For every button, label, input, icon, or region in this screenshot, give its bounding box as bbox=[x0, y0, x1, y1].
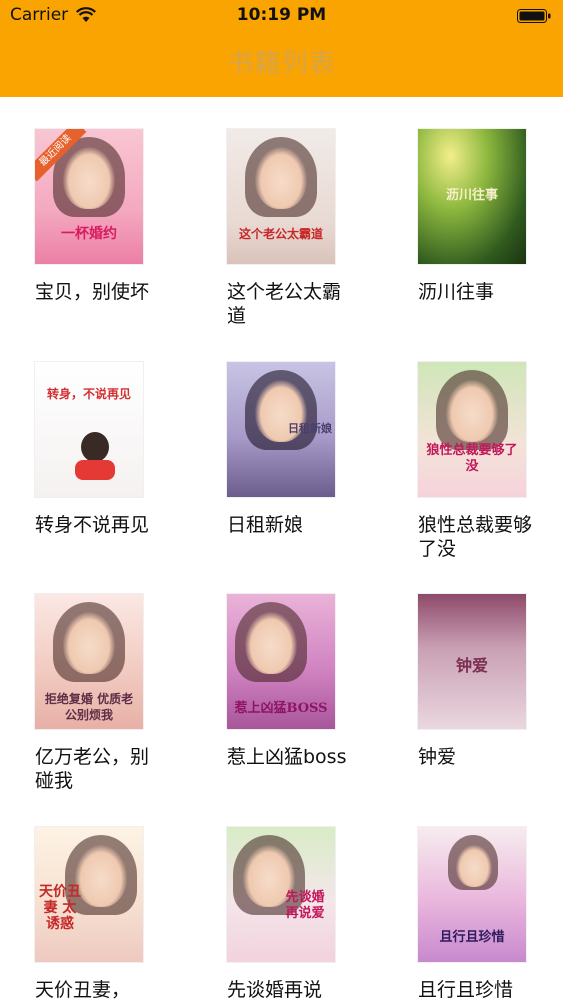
book-title: 沥川往事 bbox=[418, 281, 495, 303]
book-cover: 先谈婚 再说爱 bbox=[227, 827, 335, 962]
status-time: 10:19 PM bbox=[236, 5, 327, 25]
book-title: 惹上凶猛boss bbox=[227, 746, 347, 768]
cover-title: 这个老公太霸道 bbox=[238, 227, 323, 241]
book-title: 钟爱 bbox=[418, 746, 457, 768]
book-title: 日租新娘 bbox=[227, 514, 304, 536]
cover-title: 惹上凶猛BOSS bbox=[234, 701, 328, 716]
book-title: 狼性总裁要够了没 bbox=[418, 514, 533, 560]
status-bar: Carrier 10:19 PM bbox=[0, 0, 563, 32]
cover-title: 转身，不说再见 bbox=[46, 387, 131, 401]
book-cover: 天价丑妻 太诱惑 bbox=[35, 827, 143, 962]
cover-title: 狼性总裁要够了没 bbox=[426, 443, 518, 474]
book-cover: 这个老公太霸道 bbox=[227, 129, 335, 264]
book-cover: 惹上凶猛BOSS bbox=[227, 594, 335, 729]
book-cover: 沥川往事 bbox=[418, 129, 526, 264]
battery-icon bbox=[517, 9, 551, 23]
cover-title: 沥川往事 bbox=[445, 188, 498, 203]
book-grid: 一杯婚约 最近阅读 宝贝，别使坏 这个老公太霸道 这个老公太霸道 沥川往事 沥川… bbox=[0, 97, 563, 1000]
cover-title: 先谈婚 再说爱 bbox=[285, 890, 325, 921]
cover-title: 日租新娘 bbox=[288, 422, 332, 435]
book-title: 且行且珍惜 bbox=[418, 979, 514, 1000]
cover-title: 钟爱 bbox=[455, 656, 488, 675]
book-cover: 转身，不说再见 bbox=[35, 362, 143, 497]
book-cover: 拒绝复婚 优质老公别烦我 bbox=[35, 594, 143, 729]
nav-bar: Carrier 10:19 PM 书籍列表 bbox=[0, 0, 563, 97]
book-cover: 狼性总裁要够了没 bbox=[418, 362, 526, 497]
book-cover: 钟爱 bbox=[418, 594, 526, 729]
page-title: 书籍列表 bbox=[227, 49, 336, 79]
book-title: 先谈婚再说 bbox=[227, 979, 323, 1000]
book-title: 转身不说再见 bbox=[35, 514, 150, 536]
book-title: 宝贝，别使坏 bbox=[35, 281, 150, 303]
book-title: 天价丑妻， bbox=[35, 979, 131, 1000]
cover-title: 且行且珍惜 bbox=[439, 930, 505, 945]
book-cover: 一杯婚约 最近阅读 bbox=[35, 129, 143, 264]
cover-title: 拒绝复婚 优质老公别烦我 bbox=[44, 692, 134, 722]
cover-title: 天价丑妻 太诱惑 bbox=[39, 884, 81, 932]
book-cover: 且行且珍惜 bbox=[418, 827, 526, 962]
book-title: 亿万老公，别碰我 bbox=[35, 746, 150, 792]
book-title: 这个老公太霸道 bbox=[227, 281, 342, 327]
book-cover: 日租新娘 bbox=[227, 362, 335, 497]
cover-title: 一杯婚约 bbox=[61, 226, 117, 242]
